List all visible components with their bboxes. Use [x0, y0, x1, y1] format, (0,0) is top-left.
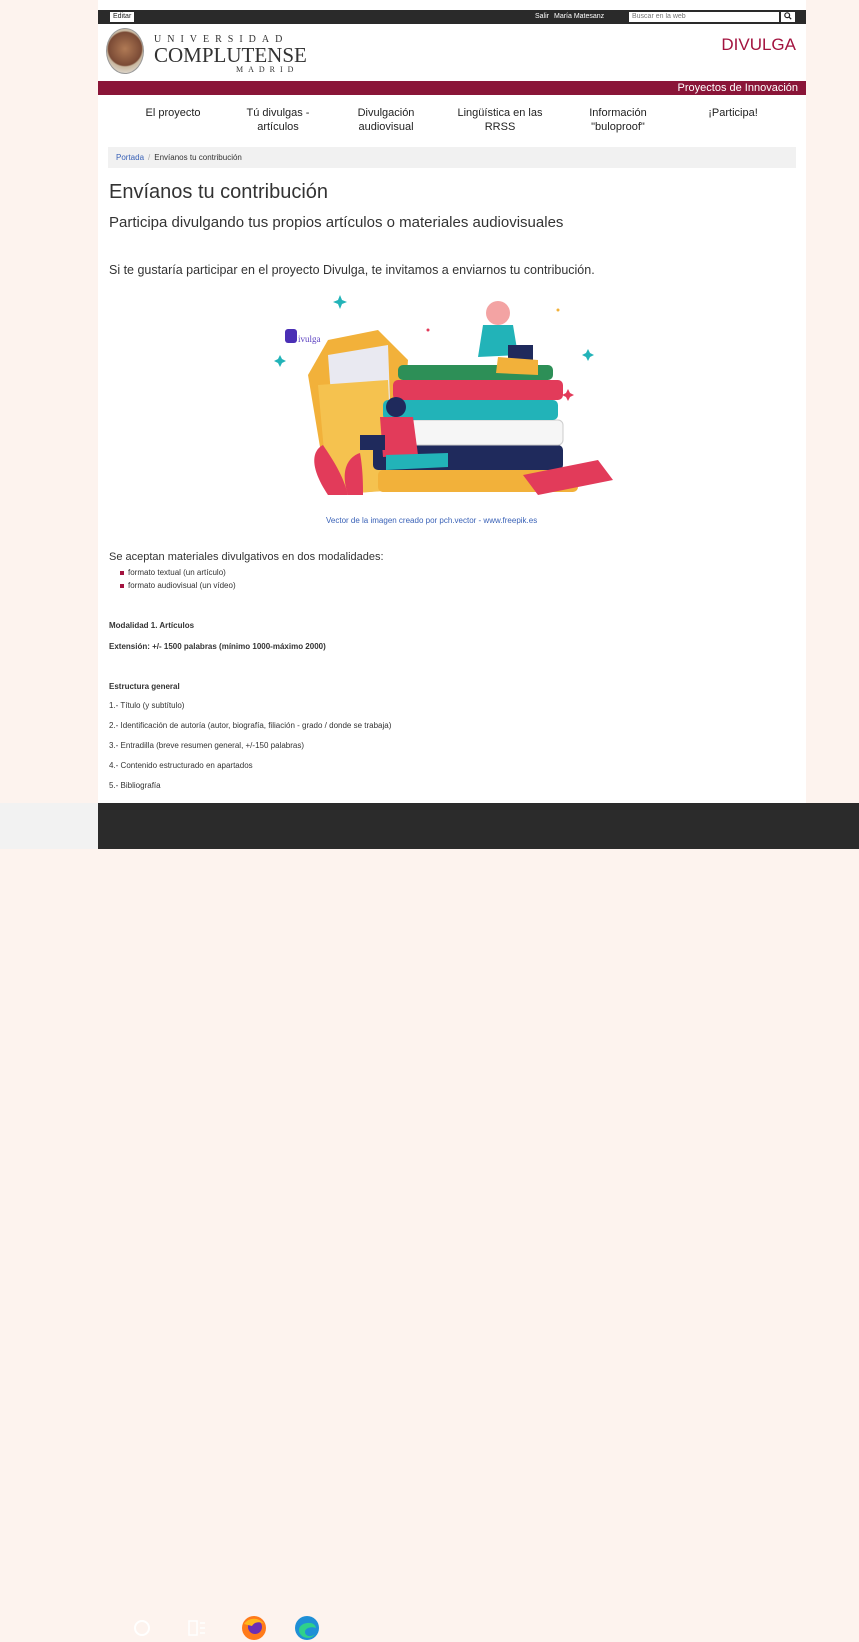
bullet-icon	[120, 583, 124, 588]
main-nav: El proyecto Tú divulgas - artículos Divu…	[98, 106, 806, 140]
modalidad-heading: Modalidad 1. Artículos	[109, 621, 195, 630]
nav-item-divulgacion-audiovisual[interactable]: Divulgación audiovisual	[341, 106, 431, 134]
divulga-logo: ivulga	[285, 329, 321, 344]
page-subtitle: Participa divulgando tus propios artícul…	[109, 214, 564, 231]
extension-text: Extensión: +/- 1500 palabras (mínimo 100…	[109, 642, 326, 651]
search-circle-icon[interactable]	[132, 1618, 152, 1638]
books-illustration: ivulga	[274, 295, 613, 495]
svg-text:ivulga: ivulga	[298, 334, 321, 344]
list-item: 1.- Título (y subtítulo)	[109, 701, 185, 710]
estructura-heading: Estructura general	[109, 682, 180, 691]
logout-link[interactable]: Salir	[535, 12, 549, 22]
edge-icon[interactable]	[293, 1614, 321, 1642]
intro-paragraph: Si te gustaría participar en el proyecto…	[109, 263, 595, 277]
nav-item-tu-divulgas[interactable]: Tú divulgas - artículos	[228, 106, 328, 134]
nav-item-buloproof[interactable]: Información "buloproof"	[568, 106, 668, 134]
list-item: formato textual (un artículo)	[120, 568, 226, 578]
list-item: 3.- Entradilla (breve resumen general, +…	[109, 741, 304, 750]
list-item: 5.- Bibliografía	[109, 781, 161, 790]
admin-top-bar: Editar Salir María Matesanz	[98, 10, 806, 24]
page-title: Envíanos tu contribución	[109, 181, 329, 203]
brand-bar: Proyectos de Innovación	[98, 81, 806, 95]
task-view-icon[interactable]	[187, 1618, 207, 1638]
taskbar-left-panel	[0, 803, 98, 849]
search-button[interactable]	[781, 12, 795, 22]
logo-line-madrid: MADRID	[236, 65, 299, 74]
site-search-input[interactable]	[629, 12, 779, 22]
nav-item-el-proyecto[interactable]: El proyecto	[128, 106, 218, 120]
ucm-logo[interactable]: UNIVERSIDAD COMPLUTENSE MADRID	[106, 28, 316, 78]
breadcrumb: Portada / Envíanos tu contribución	[108, 147, 796, 168]
taskbar	[0, 803, 859, 1640]
image-credit-link[interactable]: Vector de la imagen creado por pch.vecto…	[326, 516, 537, 525]
breadcrumb-current: Envíanos tu contribución	[154, 153, 242, 162]
bullet-icon	[120, 570, 124, 575]
woman-figure	[478, 301, 538, 375]
browser-page: Editar Salir María Matesanz UNIVERSIDAD …	[98, 0, 806, 803]
nav-item-participa[interactable]: ¡Participa!	[688, 106, 778, 120]
breadcrumb-separator: /	[148, 153, 151, 162]
user-name-link[interactable]: María Matesanz	[554, 12, 604, 22]
list-item: formato audiovisual (un vídeo)	[120, 581, 236, 591]
nav-item-linguistica[interactable]: Lingüística en las RRSS	[445, 106, 555, 134]
breadcrumb-home-link[interactable]: Portada	[108, 153, 144, 162]
search-icon	[784, 12, 792, 20]
site-brand[interactable]: DIVULGA	[721, 35, 796, 55]
modalities-intro: Se aceptan materiales divulgativos en do…	[109, 551, 384, 563]
edit-button[interactable]: Editar	[110, 12, 135, 22]
firefox-icon[interactable]	[240, 1614, 268, 1642]
list-item: 2.- Identificación de autoría (autor, bi…	[109, 721, 392, 730]
university-seal-icon	[106, 28, 144, 74]
list-item: 4.- Contenido estructurado en apartados	[109, 761, 253, 770]
innovation-projects-label: Proyectos de Innovación	[677, 82, 798, 94]
